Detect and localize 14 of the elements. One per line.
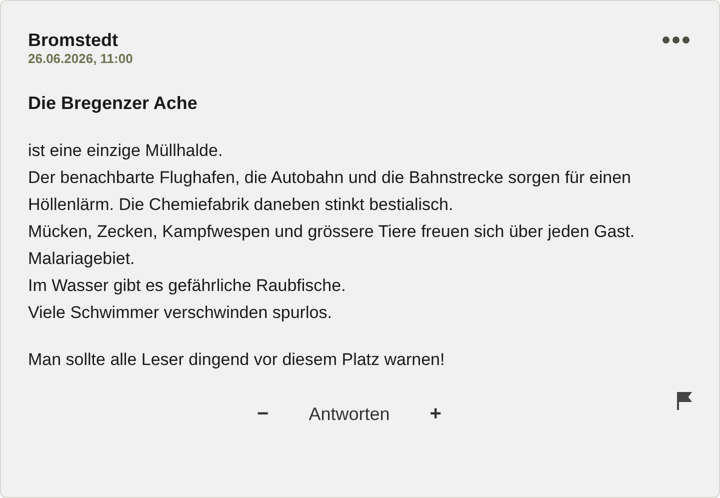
downvote-button[interactable]: − (253, 399, 273, 429)
flag-icon[interactable] (676, 391, 692, 411)
body-text-line: Im Wasser gibt es gefährliche Raubfische. (28, 275, 347, 297)
post-date: 26.06.2026, 11:00 (28, 51, 133, 67)
reply-button[interactable]: Antworten (304, 400, 394, 428)
body-text-line: ist eine einzige Müllhalde. (28, 140, 224, 162)
more-options-icon[interactable] (661, 35, 691, 45)
author-name: Bromstedt (28, 29, 120, 51)
body-text-line: Mücken, Zecken, Kampfwespen und grössere Tiere freuen sich über jeden Gast. Malariagebiet. (28, 221, 636, 270)
body-text-line: Viele Schwimmer verschwinden spurlos. (28, 302, 333, 324)
closing-sentence: Man sollte alle Leser dingend vor diesem Platz warnen! (28, 349, 446, 371)
body-text-line: Der benachbarte Flughafen, die Autobahn und die Bahnstrecke sorgen für einen Höllenlärm. Die Chemiefabrik daneben stinkt bestialisch. (28, 167, 632, 216)
upvote-button[interactable]: + (426, 399, 446, 429)
post-title: Die Bregenzer Ache (28, 92, 198, 115)
